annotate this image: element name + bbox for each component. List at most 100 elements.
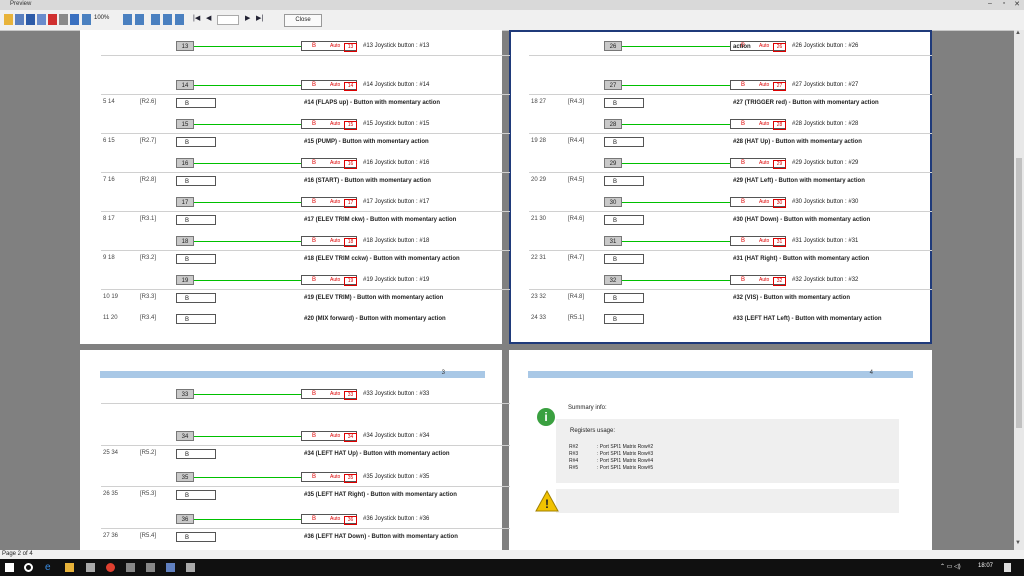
start-icon[interactable] [5,563,14,572]
joystick-text: #29 Joystick button : #29 [792,160,859,166]
value-field[interactable]: B [176,98,216,108]
explorer-icon[interactable] [65,563,74,572]
value-field[interactable]: B [176,137,216,147]
auto-value: B [312,277,317,283]
multi-page-icon[interactable] [175,14,184,25]
page-number-input[interactable] [217,15,239,25]
register: [R2.6] [140,99,157,105]
auto-field[interactable]: B Auto 33 [301,389,357,400]
auto-field[interactable]: B Auto 30 [730,197,786,208]
search-icon[interactable] [24,563,33,572]
value-field[interactable]: B [176,215,216,225]
value-field[interactable]: B [604,215,644,225]
next-page-icon[interactable]: ▶ [245,14,250,25]
auto-field[interactable]: B Auto 36 [301,513,357,525]
zoom-icon[interactable] [82,14,91,25]
auto-value: B [312,199,317,205]
auto-field[interactable]: B Auto 19 [301,275,357,286]
two-pages-icon[interactable] [151,14,160,25]
tray-icons[interactable]: ⌃ ▭ ◁) [940,563,961,570]
auto-field[interactable]: B Auto 34 [301,430,357,442]
close-icon[interactable]: ✕ [1011,0,1023,8]
row-index: 10 19 [103,294,119,300]
value-field[interactable]: B [604,314,644,324]
auto-field[interactable]: B Auto 31 [730,236,786,247]
auto-field[interactable]: B Auto 27 [730,80,786,91]
row-index: 9 18 [103,255,115,261]
row-description: #15 (PUMP) - Button with momentary actio… [304,139,429,145]
green-connector-line [194,124,301,125]
joystick-text: #14 Joystick button : #14 [363,82,430,88]
auto-label: Auto [330,199,341,205]
auto-field[interactable]: B Auto 13 [301,41,357,52]
page-setup-icon[interactable] [70,14,79,25]
switch-number: 33 [176,389,194,399]
joystick-text: #17 Joystick button : #17 [363,199,430,205]
auto-label: Auto [330,121,341,127]
chrome-icon[interactable] [106,563,115,572]
value-field[interactable]: B [604,176,644,186]
value-field[interactable]: B [604,137,644,147]
notification-icon[interactable] [1004,563,1011,572]
preview-app-icon[interactable] [166,563,175,572]
zoom-in-icon[interactable] [123,14,132,25]
auto-number: 17 [344,199,357,208]
value-field[interactable]: B [176,293,216,303]
find-icon[interactable] [59,14,68,25]
scroll-up-icon[interactable]: ▲ [1015,30,1021,36]
switch-number: 34 [176,430,194,441]
auto-field[interactable]: B Auto 16 [301,158,357,169]
clock[interactable]: 18:07 [978,563,993,569]
edge-icon[interactable]: e [45,563,54,573]
zoom-select[interactable]: 100% [94,15,109,21]
store-icon[interactable] [86,563,95,572]
auto-field[interactable]: B Auto 28 [730,119,786,130]
first-page-icon[interactable]: |◀ [193,14,200,25]
last-page-icon[interactable]: ▶| [256,14,263,25]
switch-number: 36 [176,513,194,524]
register: [R3.1] [140,216,157,222]
value-field[interactable]: B [604,98,644,108]
green-connector-line [622,280,730,281]
auto-field[interactable]: B Auto 18 [301,236,357,247]
scroll-thumb[interactable] [1016,158,1022,428]
close-button[interactable]: Close [284,14,322,27]
value-field[interactable]: B [604,293,644,303]
green-connector-line [194,477,301,478]
register: [R2.7] [140,138,157,144]
auto-label: Auto [330,160,341,166]
one-page-icon[interactable] [135,14,144,25]
row-description: #17 (ELEV TRIM ckw) - Button with moment… [304,217,457,223]
open-icon[interactable] [4,14,13,25]
value-field[interactable]: B [176,176,216,186]
four-pages-icon[interactable] [163,14,172,25]
scroll-down-icon[interactable]: ▼ [1015,540,1021,546]
minimize-icon[interactable]: – [984,0,996,7]
app3-icon[interactable] [186,563,195,572]
row-index: 21 30 [531,216,547,222]
app2-icon[interactable] [146,563,155,572]
value-field[interactable]: B [176,531,216,542]
value-field[interactable]: B [176,314,216,324]
value-field[interactable]: B [604,254,644,264]
auto-field[interactable]: B Auto 32 [730,275,786,286]
auto-value: B [312,515,317,522]
app-icon[interactable] [126,563,135,572]
auto-value: B [312,391,317,397]
auto-field[interactable]: B Auto 17 [301,197,357,208]
print-icon[interactable] [37,14,46,25]
prev-page-icon[interactable]: ◀ [206,14,211,25]
auto-field[interactable]: B Auto 29 [730,158,786,169]
vertical-scrollbar[interactable]: ▲ ▼ [1014,30,1024,550]
maximize-icon[interactable]: ▫ [998,0,1010,7]
value-field[interactable]: B [176,254,216,264]
pdf-icon[interactable] [48,14,57,25]
value-field[interactable]: B [176,490,216,500]
auto-field[interactable]: B Auto 35 [301,472,357,483]
auto-field[interactable]: B Auto 15 [301,119,357,130]
auto-field[interactable]: B Auto 14 [301,80,357,91]
save-as-icon[interactable] [26,14,35,25]
auto-number: 29 [773,160,786,169]
value-field[interactable]: B [176,448,216,459]
save-icon[interactable] [15,14,24,25]
